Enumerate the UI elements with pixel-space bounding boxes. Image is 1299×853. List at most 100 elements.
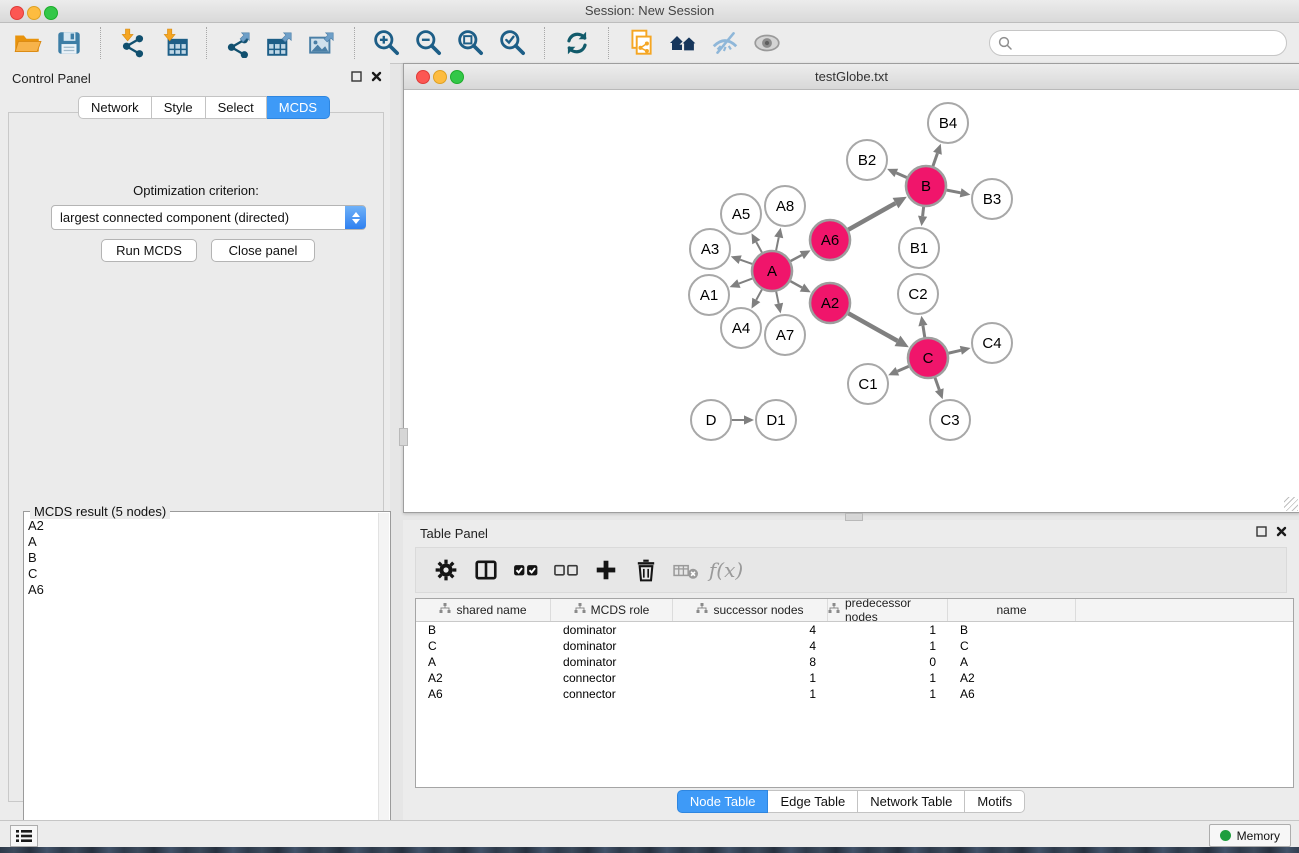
show-details-icon[interactable] (746, 26, 788, 60)
tab-node-table[interactable]: Node Table (677, 790, 769, 813)
run-mcds-button[interactable]: Run MCDS (101, 239, 197, 262)
delete-row-icon[interactable] (626, 552, 666, 588)
column-header-filler (1076, 599, 1293, 621)
refresh-icon[interactable] (556, 26, 598, 60)
horizontal-splitter-handle[interactable] (845, 513, 863, 521)
column-header-predecessor-nodes[interactable]: predecessor nodes (828, 599, 948, 621)
hide-details-icon[interactable] (704, 26, 746, 60)
table-cell[interactable]: C (416, 638, 551, 654)
add-row-icon[interactable] (586, 552, 626, 588)
tab-network[interactable]: Network (78, 96, 152, 119)
table-cell[interactable]: dominator (551, 638, 673, 654)
result-item[interactable]: A2 (26, 518, 378, 534)
table-row[interactable]: Bdominator41B (416, 622, 1293, 638)
table-cell[interactable]: connector (551, 686, 673, 702)
edge-A6-B[interactable] (846, 203, 896, 231)
tab-edge-table[interactable]: Edge Table (768, 790, 858, 813)
table-row[interactable]: A6connector11A6 (416, 686, 1293, 702)
table-cell[interactable]: 4 (673, 622, 828, 638)
export-network-icon[interactable] (218, 26, 260, 60)
tab-network-table[interactable]: Network Table (858, 790, 965, 813)
result-item[interactable]: C (26, 566, 378, 582)
result-scrollbar[interactable] (378, 513, 389, 847)
zoom-fit-icon[interactable] (450, 26, 492, 60)
network-window-titlebar[interactable]: testGlobe.txt (404, 64, 1299, 90)
table-row[interactable]: A2connector11A2 (416, 670, 1293, 686)
table-cell[interactable]: B (416, 622, 551, 638)
table-cell[interactable]: A2 (948, 670, 1076, 686)
duplicate-network-icon[interactable] (620, 26, 662, 60)
select-all-icon[interactable] (506, 552, 546, 588)
memory-button[interactable]: Memory (1209, 824, 1291, 847)
export-image-icon[interactable] (302, 26, 344, 60)
table-cell[interactable]: B (948, 622, 1076, 638)
column-header-name[interactable]: name (948, 599, 1076, 621)
tab-mcds[interactable]: MCDS (267, 96, 330, 119)
tab-motifs[interactable]: Motifs (965, 790, 1025, 813)
criterion-dropdown[interactable]: largest connected component (directed) (51, 205, 366, 230)
result-item[interactable]: A6 (26, 582, 378, 598)
home-icon[interactable] (662, 26, 704, 60)
tab-select[interactable]: Select (206, 96, 267, 119)
open-file-icon[interactable] (6, 26, 48, 60)
mcds-result-box: MCDS result (5 nodes) A2ABCA6 (23, 511, 391, 849)
result-item[interactable]: A (26, 534, 378, 550)
table-cell[interactable]: C (948, 638, 1076, 654)
table-cell[interactable]: A6 (948, 686, 1076, 702)
column-header-successor-nodes[interactable]: successor nodes (673, 599, 828, 621)
network-view-window: testGlobe.txt AA1A2A3A4A5A6A7A8BB1B2B3B4… (403, 63, 1299, 513)
table-cell[interactable]: A (416, 654, 551, 670)
table-cell[interactable]: 1 (828, 622, 948, 638)
table-cell[interactable]: 1 (828, 670, 948, 686)
deselect-all-icon[interactable] (546, 552, 586, 588)
search-input[interactable] (1016, 33, 1286, 53)
settings-gear-icon[interactable] (426, 552, 466, 588)
float-icon[interactable] (1256, 526, 1267, 537)
table-cell[interactable]: dominator (551, 654, 673, 670)
network-graph[interactable]: AA1A2A3A4A5A6A7A8BB1B2B3B4CC1C2C3C4DD1 (404, 90, 1297, 511)
node-label: A3 (701, 241, 719, 258)
table-cell[interactable]: 1 (673, 670, 828, 686)
search-box[interactable] (989, 30, 1287, 56)
table-cell[interactable]: 1 (673, 686, 828, 702)
table-cell[interactable]: 1 (828, 638, 948, 654)
table-cell[interactable]: 4 (673, 638, 828, 654)
zoom-out-icon[interactable] (408, 26, 450, 60)
table-cell[interactable]: A (948, 654, 1076, 670)
table-cell[interactable]: connector (551, 670, 673, 686)
column-header-shared-name[interactable]: shared name (416, 599, 551, 621)
task-history-button[interactable] (10, 825, 38, 847)
close-icon[interactable] (371, 71, 382, 82)
table-cell[interactable]: 1 (828, 686, 948, 702)
table-cell[interactable]: 8 (673, 654, 828, 670)
zoom-selected-icon[interactable] (492, 26, 534, 60)
resize-grip-icon[interactable] (1284, 497, 1298, 511)
close-icon[interactable] (1276, 526, 1287, 537)
edge-A2-C[interactable] (846, 312, 898, 341)
column-layout-icon[interactable] (466, 552, 506, 588)
table-row[interactable]: Cdominator41C (416, 638, 1293, 654)
edge-arrowhead (774, 228, 783, 239)
column-header-MCDS-role[interactable]: MCDS role (551, 599, 673, 621)
table-cell[interactable]: 0 (828, 654, 948, 670)
float-icon[interactable] (351, 71, 362, 82)
node-label: C1 (858, 376, 877, 393)
network-canvas[interactable]: AA1A2A3A4A5A6A7A8BB1B2B3B4CC1C2C3C4DD1 (404, 90, 1297, 511)
tab-style[interactable]: Style (152, 96, 206, 119)
import-network-icon[interactable] (112, 26, 154, 60)
table-cell[interactable]: A6 (416, 686, 551, 702)
export-table-icon[interactable] (260, 26, 302, 60)
table-row[interactable]: Adominator80A (416, 654, 1293, 670)
vertical-splitter-handle[interactable] (399, 428, 408, 446)
table-cell[interactable]: A2 (416, 670, 551, 686)
edge-arrowhead (935, 388, 944, 399)
table-cell[interactable]: dominator (551, 622, 673, 638)
dropdown-stepper-icon (345, 206, 366, 229)
memory-status-dot (1220, 830, 1231, 841)
save-icon[interactable] (48, 26, 90, 60)
close-panel-button[interactable]: Close panel (211, 239, 315, 262)
import-table-icon[interactable] (154, 26, 196, 60)
zoom-in-icon[interactable] (366, 26, 408, 60)
result-item[interactable]: B (26, 550, 378, 566)
toolbar-separator (544, 27, 546, 59)
